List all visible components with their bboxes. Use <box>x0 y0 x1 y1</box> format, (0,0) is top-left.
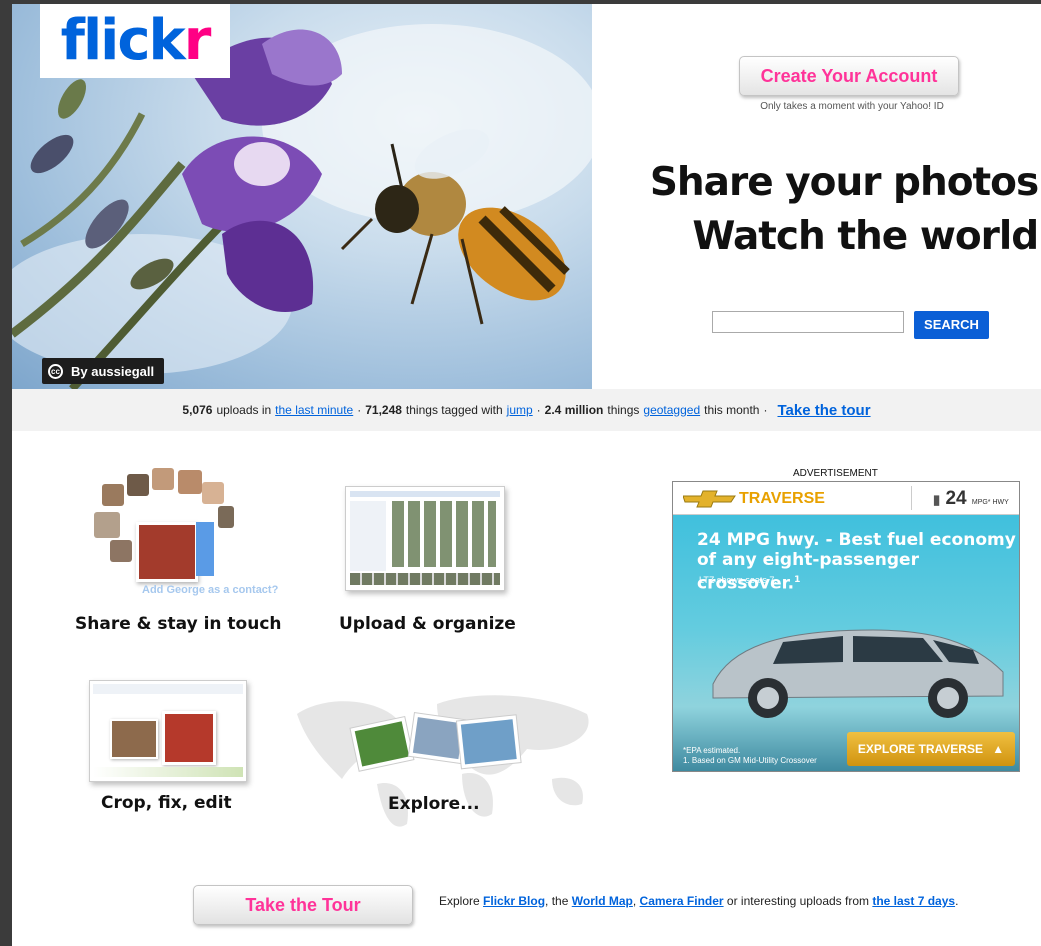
tag-link[interactable]: jump <box>507 403 533 417</box>
fuel-pump-icon: ▮ <box>933 492 941 507</box>
contact-avatar <box>110 540 132 562</box>
headline-line-2: Watch the world. <box>692 214 1041 259</box>
explore-feature-label[interactable]: Explore... <box>388 794 480 814</box>
search-button[interactable]: SEARCH <box>914 311 989 339</box>
footer-text: or interesting uploads from <box>726 894 869 908</box>
screenshot-filmstrip <box>350 573 500 585</box>
world-map-link[interactable]: World Map <box>572 894 633 908</box>
uploads-count: 5,076 <box>182 403 213 417</box>
share-feature-label[interactable]: Share & stay in touch <box>75 614 282 634</box>
uploads-text: uploads in <box>216 403 272 417</box>
advertisement-label: ADVERTISEMENT <box>793 468 878 479</box>
footer-text: , the <box>545 894 569 908</box>
flickr-home-page: flickr cc By aussiegall Create Your Acco… <box>12 4 1041 946</box>
take-the-tour-link[interactable]: Take the tour <box>777 402 870 419</box>
ad-subtext: LTZ shown seats 7. <box>699 575 777 585</box>
ad-fine-1: *EPA estimated. <box>683 746 741 755</box>
hero-photo[interactable]: flickr cc By aussiegall <box>12 4 592 389</box>
screenshot-header <box>93 684 243 694</box>
ad-fine-2: 1. Based on GM Mid-Utility Crossover <box>683 756 817 765</box>
ad-fine-print: *EPA estimated. 1. Based on GM Mid-Utili… <box>683 746 817 766</box>
contact-avatar <box>152 468 174 490</box>
last-7-days-link[interactable]: the last 7 days <box>872 894 955 908</box>
ad-mpg: ▮ 24 MPG* HWY <box>933 488 1009 510</box>
geotagged-link[interactable]: geotagged <box>643 403 700 417</box>
crop-feature-image[interactable] <box>89 680 247 782</box>
ad-brand: TRAVERSE <box>739 490 825 507</box>
headline-line-1: Share your photos. <box>649 160 1041 205</box>
contact-avatar <box>178 470 202 494</box>
tagged-text: things tagged with <box>405 403 503 417</box>
photo-after <box>162 711 216 765</box>
geo-count: 2.4 million <box>544 403 604 417</box>
flickr-blog-link[interactable]: Flickr Blog <box>483 894 545 908</box>
suv-image <box>712 629 1004 718</box>
footer-text: . <box>955 894 959 908</box>
creative-commons-icon: cc <box>48 363 63 379</box>
share-feature-image[interactable]: Add George as a contact? <box>82 464 322 604</box>
screenshot-header <box>350 491 500 497</box>
separator: · <box>357 403 362 417</box>
explore-traverse-button[interactable]: EXPLORE TRAVERSE ▲ <box>847 732 1015 766</box>
ad-footnote-mark: 1 <box>794 575 801 585</box>
screenshot-sidebar <box>350 501 386 571</box>
explore-traverse-label: EXPLORE TRAVERSE <box>857 742 983 756</box>
logo-flick: flick <box>60 8 186 73</box>
ad-top-bar: TRAVERSE ▮ 24 MPG* HWY <box>673 482 1019 515</box>
tagged-count: 71,248 <box>365 403 402 417</box>
photo-credit[interactable]: cc By aussiegall <box>42 358 165 384</box>
separator: · <box>763 403 768 417</box>
take-the-tour-button[interactable]: Take the Tour <box>193 885 413 925</box>
ad-divider <box>911 486 912 510</box>
upload-feature-image[interactable] <box>345 486 505 591</box>
camera-finder-link[interactable]: Camera Finder <box>640 894 724 908</box>
explore-text: Explore <box>439 894 480 908</box>
photo-before <box>110 719 158 759</box>
flickr-logo[interactable]: flickr <box>40 4 230 78</box>
ad-mpg-unit: MPG* HWY <box>971 499 1009 506</box>
add-contact-overlay: Add George as a contact? <box>142 584 279 596</box>
logo-wordmark: flickr <box>61 13 212 69</box>
contact-avatar <box>127 474 149 496</box>
signup-panel: Create Your Account Only takes a moment … <box>592 4 1041 389</box>
photo-credit-text: By aussiegall <box>71 363 155 379</box>
screenshot-thumbnails <box>392 501 496 567</box>
search-input[interactable] <box>712 311 904 333</box>
explore-links: Explore Flickr Blog, the World Map, Came… <box>439 893 979 910</box>
footer-text: , <box>632 894 637 908</box>
upload-feature-label[interactable]: Upload & organize <box>339 614 516 634</box>
contact-avatar <box>102 484 124 506</box>
screenshot-footer <box>93 767 243 777</box>
contact-avatar <box>202 482 224 504</box>
ad-mpg-value: 24 <box>945 488 967 509</box>
chevrolet-bowtie-icon <box>683 490 736 508</box>
geo-text: things <box>607 403 640 417</box>
page-headline: Share your photos. Watch the world. <box>632 156 1041 264</box>
contact-avatar <box>94 512 120 538</box>
activity-stats-bar: 5,076 uploads in the last minute · 71,24… <box>12 389 1041 431</box>
traverse-ad[interactable]: TRAVERSE ▮ 24 MPG* HWY 24 MPG hwy. - Bes… <box>672 481 1020 772</box>
add-contact-button[interactable] <box>196 522 214 576</box>
create-account-button[interactable]: Create Your Account <box>739 56 959 96</box>
create-account-note: Only takes a moment with your Yahoo! ID <box>760 101 944 112</box>
geo-suffix: this month <box>704 403 760 417</box>
separator: · <box>536 403 541 417</box>
logo-r: r <box>183 8 212 73</box>
contact-avatar <box>218 506 234 528</box>
up-chevron-icon: ▲ <box>992 742 1005 756</box>
last-minute-link[interactable]: the last minute <box>275 403 353 417</box>
featured-contact-photo <box>136 522 198 582</box>
crop-feature-label[interactable]: Crop, fix, edit <box>101 793 232 813</box>
